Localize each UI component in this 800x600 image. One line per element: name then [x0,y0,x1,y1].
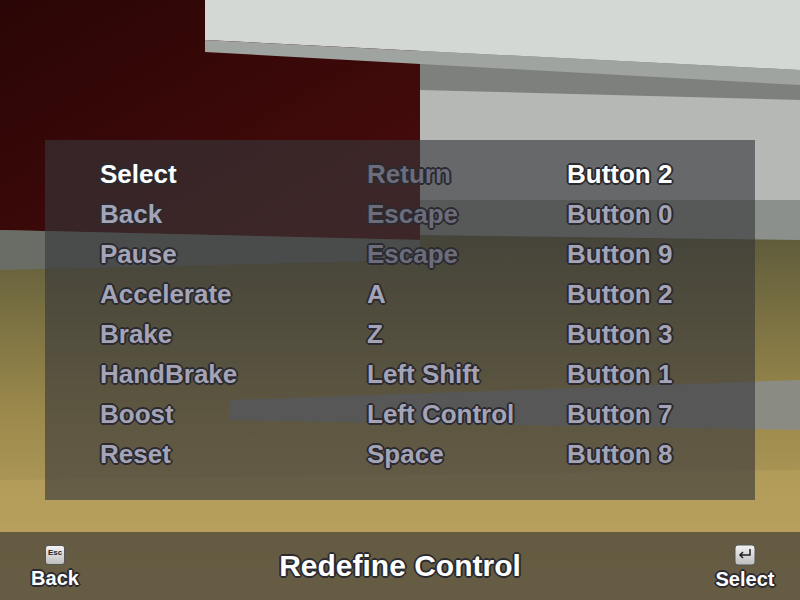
joypad-binding[interactable]: Button 1 [567,359,755,390]
action-label: Brake [100,319,367,350]
keyboard-binding: Return [367,159,567,190]
keyboard-binding[interactable]: Left Control [367,399,567,430]
joypad-binding[interactable]: Button 8 [567,439,755,470]
menu-layer: SelectReturnButton 2BackEscapeButton 0Pa… [0,0,800,600]
esc-key-icon: Esc [45,545,65,565]
action-label: Back [100,199,367,230]
back-label: Back [31,567,79,590]
binding-row[interactable]: HandBrakeLeft ShiftButton 1 [100,354,755,394]
binding-row[interactable]: PauseEscapeButton 9 [100,234,755,274]
keyboard-binding[interactable]: Left Shift [367,359,567,390]
bindings-panel: SelectReturnButton 2BackEscapeButton 0Pa… [45,140,755,500]
keyboard-binding[interactable]: Z [367,319,567,350]
binding-row[interactable]: SelectReturnButton 2 [100,154,755,194]
action-label: HandBrake [100,359,367,390]
keyboard-binding[interactable]: Space [367,439,567,470]
action-label: Select [100,159,367,190]
action-label: Reset [100,439,367,470]
footer-bar: EscBackRedefine ControlSelect [0,532,800,600]
action-label: Boost [100,399,367,430]
joypad-binding[interactable]: Button 2 [567,159,755,190]
joypad-binding[interactable]: Button 7 [567,399,755,430]
joypad-binding[interactable]: Button 3 [567,319,755,350]
joypad-binding[interactable]: Button 2 [567,279,755,310]
binding-row[interactable]: AccelerateAButton 2 [100,274,755,314]
binding-row[interactable]: BackEscapeButton 0 [100,194,755,234]
keyboard-binding: Escape [367,199,567,230]
redefine-control-screen: SelectReturnButton 2BackEscapeButton 0Pa… [0,0,800,600]
joypad-binding[interactable]: Button 0 [567,199,755,230]
select-label: Select [716,568,775,591]
action-label: Pause [100,239,367,270]
select-button[interactable]: Select [690,542,800,591]
joypad-binding[interactable]: Button 9 [567,239,755,270]
binding-row[interactable]: BrakeZButton 3 [100,314,755,354]
binding-row[interactable]: ResetSpaceButton 8 [100,434,755,474]
binding-row[interactable]: BoostLeft ControlButton 7 [100,394,755,434]
return-key-icon [734,544,756,566]
screen-title: Redefine Control [110,549,690,583]
action-label: Accelerate [100,279,367,310]
keyboard-binding: Escape [367,239,567,270]
keyboard-binding[interactable]: A [367,279,567,310]
back-button[interactable]: EscBack [0,543,110,590]
